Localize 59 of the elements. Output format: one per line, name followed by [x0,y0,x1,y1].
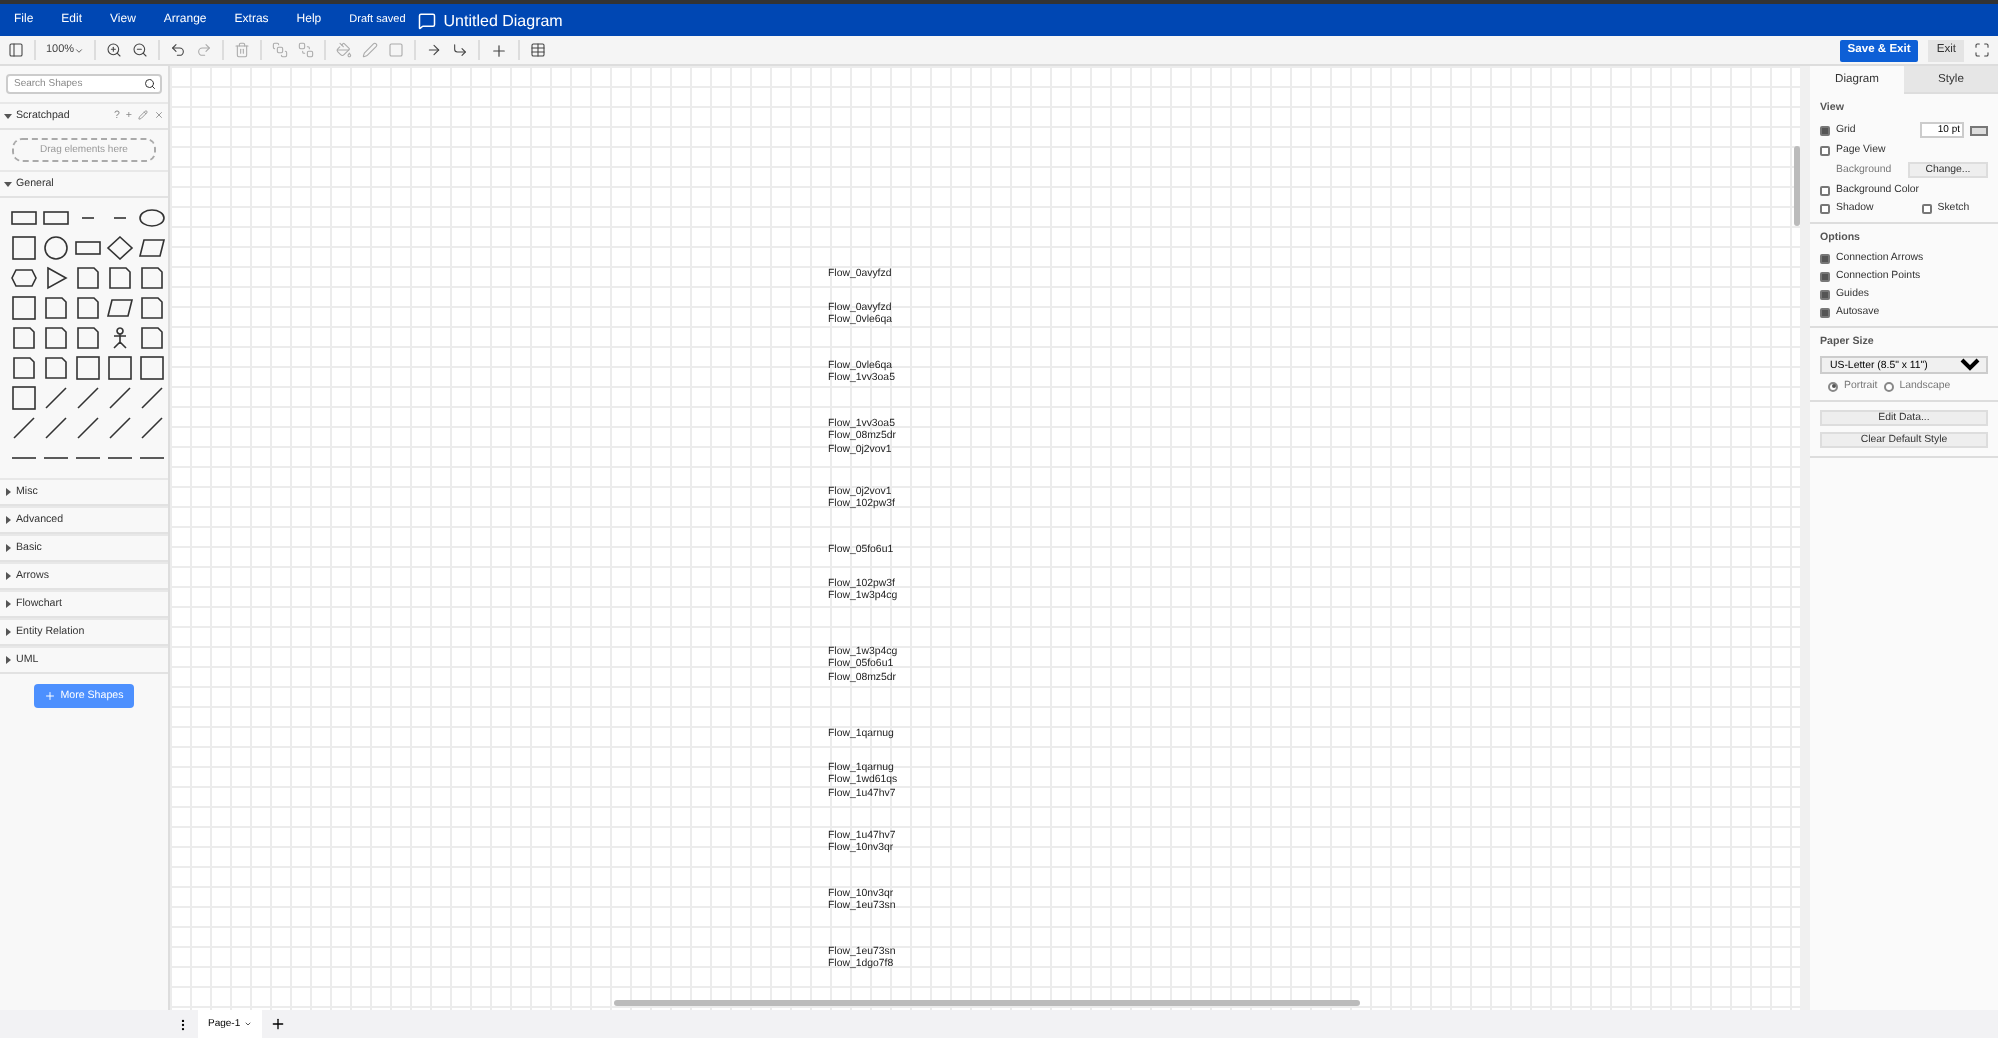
diamond-icon[interactable] [106,236,134,260]
color-swatch[interactable] [1970,125,1988,135]
diagram-title[interactable]: Untitled Diagram [443,11,563,29]
waypoint-icon[interactable] [452,42,469,58]
caret-icon[interactable] [4,112,12,120]
triangle-icon[interactable] [42,266,70,290]
scrollbar[interactable] [614,1000,1360,1006]
line-icon[interactable] [42,386,70,410]
square-icon[interactable] [10,236,38,260]
trapezoid-icon[interactable] [106,296,134,320]
fullscreen-icon[interactable] [1974,42,1990,58]
zoom-out-icon[interactable] [132,42,149,58]
caret-icon[interactable] [4,656,12,664]
radio-button[interactable] [1828,381,1838,391]
circle-icon[interactable] [42,236,70,260]
rectangle-icon[interactable] [74,236,102,260]
comment-icon[interactable] [417,11,436,29]
caret-icon[interactable] [4,600,12,608]
checkbox[interactable] [1820,145,1830,155]
note-shape-icon[interactable] [10,326,38,350]
menu-icon[interactable] [176,1017,190,1031]
checkbox[interactable] [1820,185,1830,195]
document-shape-icon[interactable] [138,266,166,290]
checkbox[interactable] [1820,271,1830,281]
caret-icon[interactable] [4,180,12,188]
hexagon-icon[interactable] [10,266,38,290]
caret-icon[interactable] [74,45,85,55]
caret-icon[interactable] [4,628,12,636]
add-page-icon[interactable] [270,1016,287,1032]
checkbox[interactable] [1820,289,1830,299]
line-icon[interactable] [10,416,38,440]
rectangle-icon[interactable] [42,206,70,230]
line-icon[interactable] [74,416,102,440]
ellipse-icon[interactable] [138,206,166,230]
checkbox[interactable] [1820,307,1830,317]
zoom-in-icon[interactable] [106,42,123,58]
panel-icon[interactable] [8,42,24,58]
table-icon[interactable] [530,42,547,58]
plus-icon[interactable] [490,41,509,59]
line-icon[interactable] [42,416,70,440]
scrollbar[interactable] [1794,146,1800,226]
line-icon[interactable] [106,416,134,440]
rectangle-icon[interactable] [10,206,38,230]
connector-icon[interactable] [426,42,443,58]
caret-icon[interactable] [4,544,12,552]
search-icon[interactable] [144,78,156,90]
caret-icon[interactable] [4,488,12,496]
checkbox[interactable] [1820,203,1830,213]
checkbox[interactable] [1820,253,1830,263]
plus-icon [44,690,57,702]
line-icon[interactable] [138,416,166,440]
caret-icon[interactable] [4,572,12,580]
checkbox[interactable] [1820,125,1830,135]
checkbox[interactable] [1921,203,1932,213]
card-shape-icon[interactable] [42,326,70,350]
undo-icon[interactable] [170,42,187,58]
radio-button[interactable] [1883,381,1894,391]
parallelogram-icon[interactable] [138,236,166,260]
caret-icon[interactable] [4,516,12,524]
